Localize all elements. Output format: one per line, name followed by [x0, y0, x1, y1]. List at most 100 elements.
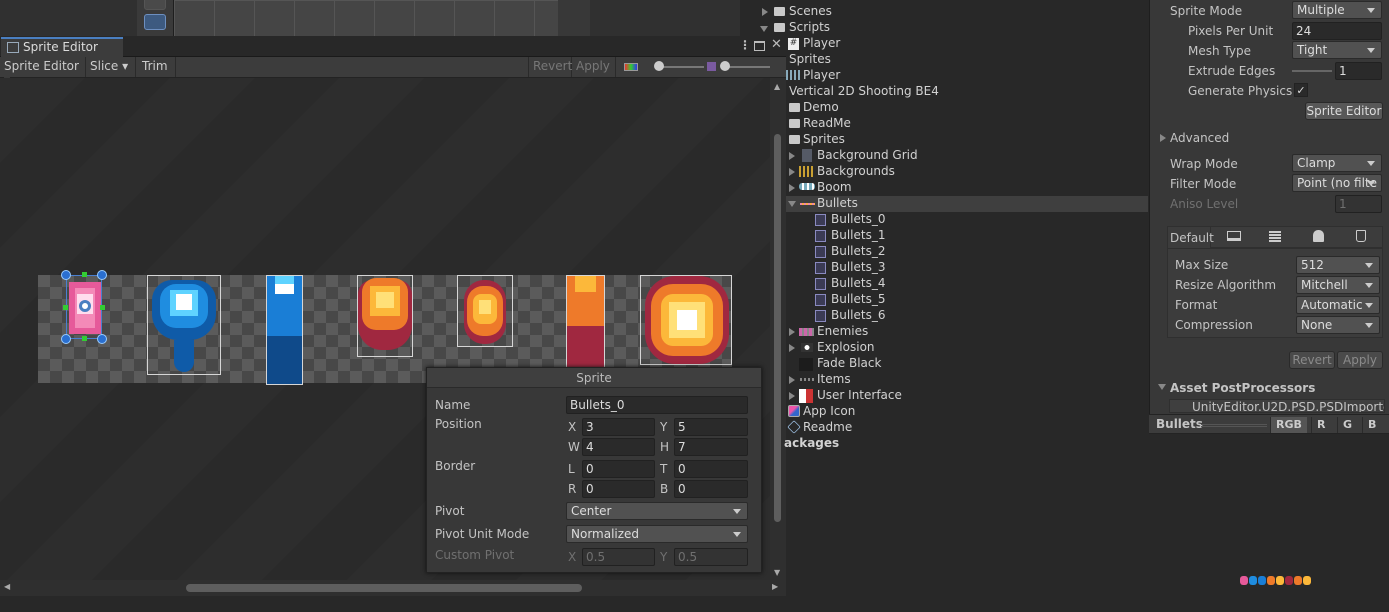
project-item[interactable]: Bullets	[817, 196, 858, 212]
mesh-type-dropdown[interactable]: Tight	[1292, 41, 1382, 59]
project-item[interactable]: ReadMe	[803, 116, 851, 132]
collapse-arrow-icon[interactable]	[760, 26, 768, 32]
html5-icon[interactable]	[1356, 230, 1366, 242]
edge-handle[interactable]	[63, 305, 68, 310]
generate-physics-checkbox[interactable]: ✓	[1294, 83, 1308, 97]
project-item[interactable]: Bullets_4	[831, 276, 885, 292]
expand-arrow-icon[interactable]	[789, 328, 795, 336]
project-item[interactable]: Explosion	[817, 340, 875, 356]
edge-handle[interactable]	[82, 272, 87, 277]
move-tool-button[interactable]	[144, 0, 166, 10]
expand-arrow-icon[interactable]	[789, 344, 795, 352]
height-field[interactable]: 7	[674, 438, 748, 456]
expand-arrow-icon[interactable]	[762, 8, 768, 16]
border-l-field[interactable]: 0	[582, 460, 655, 478]
tv-icon[interactable]	[1269, 231, 1281, 242]
project-item[interactable]: Bullets_5	[831, 292, 885, 308]
project-item[interactable]: Background Grid	[817, 148, 918, 164]
expand-arrow-icon[interactable]	[789, 152, 795, 160]
position-x-field[interactable]: 3	[582, 418, 655, 436]
extrude-slider[interactable]	[1292, 70, 1332, 72]
project-item[interactable]: Player	[803, 36, 840, 52]
corner-handle[interactable]	[61, 270, 71, 280]
project-item[interactable]: Vertical 2D Shooting BE4	[789, 84, 939, 100]
pixels-per-unit-field[interactable]: 24	[1292, 22, 1382, 40]
expand-arrow-icon[interactable]	[789, 184, 795, 192]
pivot-handle[interactable]	[79, 300, 91, 312]
vertical-scroll-thumb[interactable]	[774, 134, 781, 522]
wrap-mode-dropdown[interactable]: Clamp	[1292, 154, 1382, 172]
alpha-slider[interactable]	[658, 66, 704, 68]
channel-r[interactable]: R	[1311, 417, 1330, 433]
edge-handle[interactable]	[100, 305, 105, 310]
corner-handle[interactable]	[61, 334, 71, 344]
aniso-level-field[interactable]: 1	[1335, 195, 1382, 213]
project-item[interactable]: Items	[817, 372, 851, 388]
width-field[interactable]: 4	[582, 438, 655, 456]
android-icon[interactable]	[1313, 230, 1324, 242]
editor-mode-dropdown[interactable]: Sprite Editor ▾	[0, 57, 86, 87]
project-item[interactable]: User Interface	[817, 388, 902, 404]
border-t-field[interactable]: 0	[674, 460, 748, 478]
sprite-bullets-6[interactable]	[640, 275, 732, 365]
project-item[interactable]: Boom	[817, 180, 852, 196]
more-options-icon[interactable]: ⋮	[739, 38, 751, 52]
maximize-icon[interactable]	[754, 41, 765, 51]
resize-algorithm-dropdown[interactable]: Mitchell	[1296, 276, 1380, 294]
name-field[interactable]: Bullets_0	[566, 396, 748, 414]
default-platform-tab[interactable]: Default	[1167, 226, 1214, 249]
collapse-arrow-icon[interactable]	[788, 201, 796, 207]
pivot-unit-mode-dropdown[interactable]: Normalized	[566, 525, 748, 543]
border-r-field[interactable]: 0	[582, 480, 655, 498]
rect-tool-button[interactable]	[144, 14, 166, 30]
apply-button[interactable]: Apply	[572, 57, 616, 77]
project-item[interactable]: Player	[803, 68, 840, 84]
expand-arrow-icon[interactable]	[789, 376, 795, 384]
project-item[interactable]: Sprites	[789, 52, 831, 68]
sprite-bullets-2[interactable]	[266, 275, 303, 385]
project-item[interactable]: ackages	[784, 436, 839, 452]
revert-button[interactable]: Revert	[528, 57, 572, 77]
custom-pivot-y-field[interactable]: 0.5	[674, 548, 748, 566]
channel-g[interactable]: G	[1337, 417, 1357, 433]
asset-postprocessors-label[interactable]: Asset PostProcessors	[1170, 381, 1315, 395]
project-item[interactable]: Enemies	[817, 324, 868, 340]
project-item[interactable]: Bullets_0	[831, 212, 885, 228]
drag-handle[interactable]	[1201, 424, 1267, 427]
compression-dropdown[interactable]: None	[1296, 316, 1380, 334]
project-item[interactable]: Demo	[803, 100, 839, 116]
desktop-icon[interactable]	[1227, 231, 1241, 241]
color-channel-icon[interactable]	[624, 63, 638, 71]
custom-pivot-x-field[interactable]: 0.5	[582, 548, 655, 566]
close-icon[interactable]: ✕	[771, 37, 782, 52]
scroll-left-icon[interactable]: ◀	[4, 582, 10, 591]
channel-rgb[interactable]: RGB	[1270, 417, 1307, 433]
project-item[interactable]: Bullets_2	[831, 244, 885, 260]
sprite-bullets-3[interactable]	[357, 275, 413, 357]
inspector-revert-button[interactable]: Revert	[1289, 351, 1335, 369]
project-item[interactable]: Sprites	[803, 132, 845, 148]
project-item[interactable]: Scenes	[789, 4, 832, 20]
canvas-horizontal-scrollbar[interactable]: ◀ ▶	[0, 580, 786, 596]
scroll-right-icon[interactable]: ▶	[772, 582, 778, 591]
advanced-expand-icon[interactable]	[1160, 134, 1166, 142]
postprocessors-collapse-icon[interactable]	[1158, 384, 1166, 390]
border-b-field[interactable]: 0	[674, 480, 748, 498]
slice-dropdown[interactable]: Slice ▾	[86, 57, 136, 77]
project-item[interactable]: Bullets_1	[831, 228, 885, 244]
format-dropdown[interactable]: Automatic	[1296, 296, 1380, 314]
extrude-edges-field[interactable]: 1	[1335, 62, 1382, 80]
inspector-apply-button[interactable]: Apply	[1337, 351, 1383, 369]
max-size-dropdown[interactable]: 512	[1296, 256, 1380, 274]
sprite-bullets-1[interactable]	[147, 275, 221, 375]
project-item[interactable]: App Icon	[803, 404, 855, 420]
expand-arrow-icon[interactable]	[789, 168, 795, 176]
filter-mode-dropdown[interactable]: Point (no filte	[1292, 174, 1382, 192]
scroll-down-icon[interactable]: ▼	[774, 568, 780, 577]
horizontal-scroll-thumb[interactable]	[186, 584, 582, 592]
sprite-editor-tab[interactable]: Sprite Editor	[1, 37, 123, 57]
pivot-dropdown[interactable]: Center	[566, 502, 748, 520]
alpha-slider-handle[interactable]	[654, 61, 664, 71]
project-item[interactable]: Scripts	[789, 20, 830, 36]
channel-b[interactable]: B	[1362, 417, 1381, 433]
